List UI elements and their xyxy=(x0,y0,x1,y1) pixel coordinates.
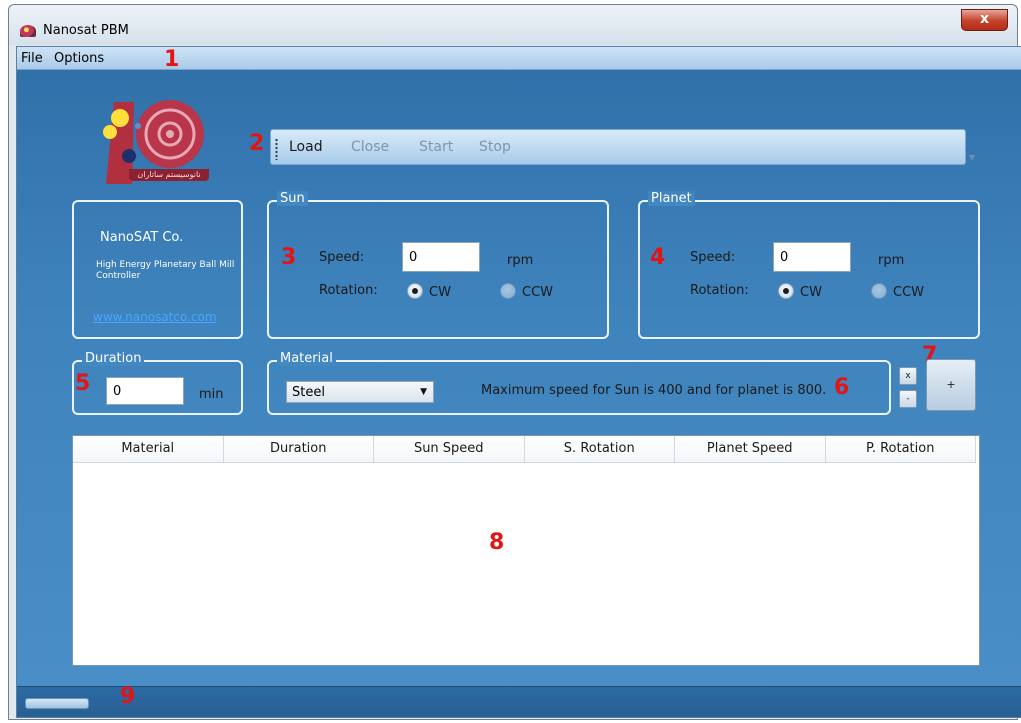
planet-cw-radio[interactable] xyxy=(778,283,794,299)
marker-6: 6 xyxy=(834,375,850,400)
load-button[interactable]: Load xyxy=(289,139,323,155)
menu-options[interactable]: Options xyxy=(54,51,104,66)
material-group-title: Material xyxy=(277,351,336,366)
remove-button[interactable]: x xyxy=(899,367,917,385)
close-button[interactable]: x xyxy=(961,9,1008,31)
chevron-down-icon: ▼ xyxy=(420,387,427,397)
program-table[interactable]: Material Duration Sun Speed S. Rotation … xyxy=(72,435,980,666)
start-button[interactable]: Start xyxy=(419,139,453,155)
close-file-button[interactable]: Close xyxy=(351,139,389,155)
duration-input[interactable] xyxy=(106,377,184,405)
planet-rotation-label: Rotation: xyxy=(690,283,749,298)
company-name: NanoSAT Co. xyxy=(100,230,184,245)
table-header: Material Duration Sun Speed S. Rotation … xyxy=(73,436,976,463)
toolbar: Load Close Start Stop ▼ xyxy=(270,129,975,165)
sun-cw-radio[interactable] xyxy=(407,283,423,299)
column-header-planet-speed[interactable]: Planet Speed xyxy=(675,436,826,462)
menu-file[interactable]: File xyxy=(21,51,43,66)
sun-ccw-label: CCW xyxy=(522,285,554,300)
toolbar-overflow-icon[interactable]: ▼ xyxy=(969,153,975,162)
planet-cw-label: CW xyxy=(800,285,822,300)
company-website-link[interactable]: www.nanosatco.com xyxy=(93,310,217,324)
sun-speed-label: Speed: xyxy=(319,250,365,265)
column-header-sun-rotation[interactable]: S. Rotation xyxy=(524,436,675,462)
sun-ccw-radio[interactable] xyxy=(500,283,516,299)
material-select[interactable]: Steel ▼ xyxy=(286,381,434,403)
material-group: Material Steel ▼ Maximum speed for Sun i… xyxy=(267,351,891,415)
title-bar: Nanosat PBM x xyxy=(9,5,1017,45)
speed-limit-note: Maximum speed for Sun is 400 and for pla… xyxy=(481,383,827,398)
column-header-material[interactable]: Material xyxy=(73,436,224,462)
planet-ccw-label: CCW xyxy=(893,285,925,300)
marker-2: 2 xyxy=(249,131,265,156)
window-title: Nanosat PBM xyxy=(43,23,129,38)
stop-button[interactable]: Stop xyxy=(479,139,511,155)
planet-group: Planet Speed: rpm Rotation: CW CCW xyxy=(638,191,980,339)
minus-button[interactable]: - xyxy=(899,390,917,408)
marker-8: 8 xyxy=(489,530,505,555)
sun-group: Sun Speed: rpm Rotation: CW CCW xyxy=(267,191,609,339)
planet-ccw-radio[interactable] xyxy=(871,283,887,299)
marker-9: 9 xyxy=(120,684,136,709)
column-header-duration[interactable]: Duration xyxy=(223,436,374,462)
close-icon: x xyxy=(979,11,990,27)
sun-rotation-label: Rotation: xyxy=(319,283,378,298)
planet-speed-label: Speed: xyxy=(690,250,736,265)
progress-bar xyxy=(25,698,89,709)
column-header-sun-speed[interactable]: Sun Speed xyxy=(374,436,525,462)
sun-group-title: Sun xyxy=(277,191,308,206)
company-description: High Energy Planetary Ball Mill Controll… xyxy=(96,260,235,281)
duration-group-title: Duration xyxy=(82,351,145,366)
add-step-button[interactable]: + xyxy=(926,359,976,411)
column-header-planet-rotation[interactable]: P. Rotation xyxy=(825,436,976,462)
duration-unit: min xyxy=(199,387,224,402)
client-area: File Options 1 نانوسیستم ساتاران 2 Load … xyxy=(16,46,1021,718)
planet-speed-input[interactable] xyxy=(773,242,851,272)
planet-group-title: Planet xyxy=(648,191,695,206)
marker-1: 1 xyxy=(164,47,180,72)
sun-cw-label: CW xyxy=(429,285,451,300)
material-select-value: Steel xyxy=(292,385,325,400)
sun-speed-input[interactable] xyxy=(402,242,480,272)
logo-caption: نانوسیستم ساتاران xyxy=(129,169,209,181)
company-info-panel: NanoSAT Co. High Energy Planetary Ball M… xyxy=(72,200,243,339)
toolbar-grip[interactable] xyxy=(275,138,278,160)
app-logo-icon xyxy=(20,25,36,37)
planet-speed-unit: rpm xyxy=(878,253,905,268)
app-window: Nanosat PBM x File Options 1 نانوسیستم س… xyxy=(8,4,1021,720)
sun-speed-unit: rpm xyxy=(507,253,534,268)
duration-group: Duration min xyxy=(72,351,243,415)
status-bar: 9 xyxy=(17,684,1021,717)
